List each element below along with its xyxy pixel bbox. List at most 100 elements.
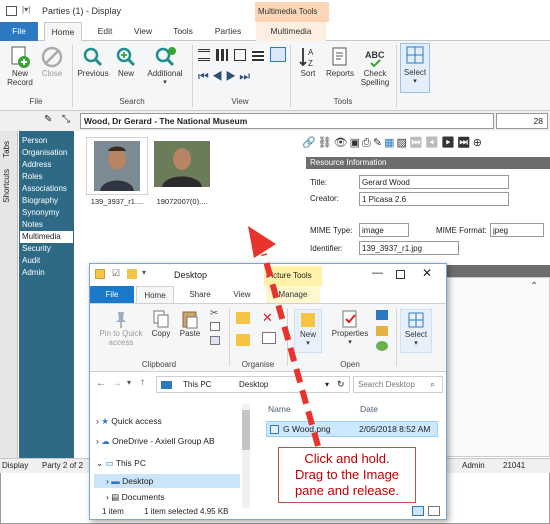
nav-quick-access[interactable]: › ★ Quick access bbox=[96, 416, 162, 427]
pointer-icon[interactable]: ⤡ bbox=[62, 114, 70, 125]
open-icon[interactable]: ⎙ bbox=[362, 137, 373, 149]
section-item-security[interactable]: Security bbox=[22, 243, 51, 255]
sort-button[interactable]: AZ Sort bbox=[296, 45, 320, 78]
tab-edit[interactable]: Edit bbox=[88, 22, 122, 41]
open-icon[interactable] bbox=[376, 310, 388, 320]
minimize-icon[interactable]: — bbox=[372, 267, 383, 279]
explorer-tab-file[interactable]: File bbox=[90, 286, 134, 303]
section-item-person[interactable]: Person bbox=[22, 135, 47, 147]
image-icon[interactable]: ▨ bbox=[396, 137, 408, 149]
address-this-pc[interactable]: This PC bbox=[183, 380, 211, 389]
thumbnail-1[interactable]: 139_3937_r1.... bbox=[85, 136, 149, 209]
mime-format-field[interactable]: jpeg bbox=[490, 223, 544, 237]
tab-tools[interactable]: Tools bbox=[166, 22, 200, 41]
unlink-icon[interactable]: ⛓ bbox=[318, 137, 334, 149]
section-item-admin[interactable]: Admin bbox=[22, 267, 45, 279]
select-button[interactable]: Select ▾ bbox=[400, 43, 430, 93]
new-record-button[interactable]: New Record bbox=[4, 45, 36, 87]
additional-dropdown-icon[interactable]: ▾ bbox=[142, 78, 188, 87]
section-item-biography[interactable]: Biography bbox=[22, 195, 58, 207]
section-item-address[interactable]: Address bbox=[22, 159, 51, 171]
section-item-associations[interactable]: Associations bbox=[22, 183, 67, 195]
view-layout-icons[interactable] bbox=[198, 47, 290, 63]
close-button[interactable]: Close bbox=[37, 45, 67, 78]
form-view-icon[interactable] bbox=[234, 49, 246, 61]
image-pane[interactable] bbox=[446, 277, 550, 457]
large-icons-view-icon[interactable] bbox=[428, 506, 440, 516]
back-icon[interactable]: ◀ bbox=[425, 137, 441, 149]
grid-icon[interactable]: ▦ bbox=[384, 137, 396, 149]
section-item-notes[interactable]: Notes bbox=[22, 219, 43, 231]
cut-icon[interactable]: ✂ bbox=[210, 308, 218, 319]
recent-chevron-icon[interactable]: ▾ bbox=[127, 378, 131, 387]
section-item-multimedia[interactable]: Multimedia bbox=[20, 231, 73, 243]
pin-icon[interactable]: ✎ bbox=[44, 114, 52, 125]
up-arrow-icon[interactable]: ↑ bbox=[140, 377, 145, 388]
tab-home[interactable]: Home bbox=[44, 22, 82, 41]
edit-icon[interactable] bbox=[376, 326, 388, 336]
forward-icon[interactable]: ▶ bbox=[441, 137, 457, 149]
attach-icon[interactable]: 🔗 bbox=[302, 137, 318, 149]
expand-icon[interactable]: ⌃ bbox=[530, 281, 538, 292]
new-folder-quick-icon[interactable] bbox=[127, 269, 137, 279]
copy-button[interactable]: Copy bbox=[148, 309, 174, 338]
next-record-icon[interactable]: ▶ bbox=[226, 69, 240, 83]
additional-button[interactable]: Additional ▾ bbox=[142, 45, 188, 87]
maximize-icon[interactable] bbox=[396, 270, 405, 279]
properties-quick-icon[interactable]: ☑ bbox=[112, 268, 120, 279]
history-icon[interactable] bbox=[376, 341, 388, 351]
quick-access-chevron-icon[interactable]: |▾| bbox=[22, 5, 30, 14]
media-view-icon[interactable] bbox=[270, 47, 286, 62]
first-record-icon[interactable]: ⏮ bbox=[198, 69, 212, 83]
thumbnail-2[interactable]: 19072007(0).... bbox=[150, 137, 214, 209]
side-tab-shortcuts[interactable]: Shortcuts bbox=[2, 169, 11, 203]
previous-record-icon[interactable]: ◀ bbox=[212, 69, 226, 83]
zoom-icon[interactable]: ⊕ bbox=[473, 137, 484, 149]
back-arrow-icon[interactable]: ← bbox=[96, 378, 106, 389]
tab-multimedia[interactable]: Multimedia bbox=[256, 22, 326, 41]
last-icon[interactable]: ⏭ bbox=[457, 137, 473, 149]
previous-button[interactable]: Previous bbox=[76, 45, 110, 78]
tab-file[interactable]: File bbox=[0, 22, 38, 41]
mime-type-field[interactable]: image bbox=[359, 223, 409, 237]
search-box[interactable]: Search Desktop ⌕ bbox=[353, 376, 443, 393]
pin-quick-access-button[interactable]: Pin to Quick access bbox=[94, 309, 148, 347]
save-icon[interactable]: ▣ bbox=[350, 137, 362, 149]
forward-arrow-icon[interactable]: → bbox=[112, 378, 122, 389]
explorer-tab-share[interactable]: Share bbox=[180, 286, 220, 303]
list-view-icon[interactable] bbox=[198, 49, 210, 61]
refresh-icon[interactable]: ↻ bbox=[337, 379, 345, 390]
section-item-organisation[interactable]: Organisation bbox=[22, 147, 67, 159]
section-item-audit[interactable]: Audit bbox=[22, 255, 40, 267]
details-view-icon[interactable] bbox=[412, 506, 424, 516]
explorer-select-button[interactable]: Select ▾ bbox=[400, 309, 432, 353]
tab-parties[interactable]: Parties bbox=[206, 22, 250, 41]
paste-shortcut-icon[interactable] bbox=[210, 336, 220, 345]
preview-icon[interactable]: 👁 bbox=[334, 137, 350, 149]
copy-path-icon[interactable] bbox=[210, 322, 220, 331]
identifier-field[interactable]: 139_3937_r1.jpg bbox=[359, 241, 459, 255]
properties-button[interactable]: Properties ▾ bbox=[326, 309, 374, 347]
column-date-header[interactable]: Date bbox=[360, 404, 378, 414]
section-item-synonymy[interactable]: Synonymy bbox=[22, 207, 59, 219]
nav-onedrive[interactable]: › ☁ OneDrive - Axiell Group AB bbox=[96, 436, 215, 447]
explorer-qa-chevron-icon[interactable]: ▾ bbox=[142, 268, 146, 277]
side-tab-tabs[interactable]: Tabs bbox=[2, 141, 11, 158]
reports-button[interactable]: Reports bbox=[322, 45, 358, 78]
check-spelling-button[interactable]: ABC Check Spelling bbox=[358, 45, 392, 87]
title-field[interactable]: Gerard Wood bbox=[359, 175, 509, 189]
explorer-tab-home[interactable]: Home bbox=[136, 286, 174, 303]
last-record-icon[interactable]: ⏭ bbox=[239, 69, 253, 83]
first-icon[interactable]: ⏮ bbox=[409, 137, 425, 149]
nav-documents[interactable]: › ▤ Documents bbox=[106, 492, 165, 503]
nav-this-pc[interactable]: ⌄ ▭ This PC bbox=[96, 458, 146, 469]
edit-icon[interactable]: ✎ bbox=[373, 137, 384, 149]
detail-view-icon[interactable] bbox=[252, 49, 264, 61]
paste-button[interactable]: Paste bbox=[176, 309, 204, 338]
nav-desktop[interactable]: › ▬ Desktop bbox=[94, 474, 240, 488]
grid-view-icon[interactable] bbox=[216, 49, 228, 61]
close-window-icon[interactable]: ✕ bbox=[422, 266, 432, 280]
tab-view[interactable]: View bbox=[126, 22, 160, 41]
creator-field[interactable]: 1 Picasa 2.6 bbox=[359, 192, 509, 206]
new-search-button[interactable]: New bbox=[112, 45, 140, 78]
